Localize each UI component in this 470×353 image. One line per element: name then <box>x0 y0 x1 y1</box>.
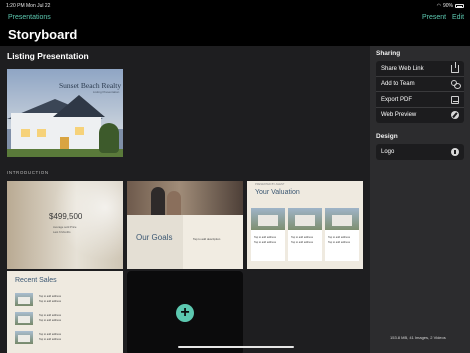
goals-photo <box>127 181 243 215</box>
slide-valuation[interactable]: PRESENTED BY AGENT Your Valuation Tap to… <box>247 181 363 269</box>
slide-price[interactable]: $499,500 Average sold Price Last 6 Month… <box>7 181 123 269</box>
house-photo <box>325 208 359 230</box>
house-photo <box>288 208 322 230</box>
card-address: Tap to add address <box>328 241 351 244</box>
valuation-kicker: PRESENTED BY AGENT <box>255 183 285 186</box>
slide-goals[interactable]: Our Goals Tap to add description <box>127 181 243 269</box>
row-address: Tap to add address <box>39 314 62 317</box>
goals-description: Tap to add description <box>193 237 221 241</box>
page-title: Storyboard <box>8 27 78 42</box>
sharing-heading: Sharing <box>376 50 401 57</box>
sales-row: Tap to add address Tap to add address <box>15 331 115 347</box>
cover-window <box>75 127 84 135</box>
navigation-bar: Presentations Present Edit Storyboard <box>0 10 470 46</box>
item-label: Share Web Link <box>381 65 424 72</box>
battery-icon <box>455 4 464 8</box>
price-caption: Average sold Price <box>53 225 77 229</box>
status-right: ◠ 90% <box>437 3 464 9</box>
design-group: Logo <box>376 144 464 160</box>
share-icon <box>451 61 459 73</box>
sharing-group: Share Web Link Add to Team Export PDF We… <box>376 61 464 123</box>
row-address: Tap to add address <box>39 300 62 303</box>
cover-window <box>37 129 46 137</box>
card-address: Tap to add address <box>291 241 314 244</box>
valuation-card: Tap to add address Tap to add address <box>288 208 322 261</box>
status-time: 1:20 PM Mon Jul 22 <box>6 3 51 9</box>
item-label: Export PDF <box>381 96 413 103</box>
row-address: Tap to add address <box>39 295 62 298</box>
design-heading: Design <box>376 133 398 140</box>
goals-panel <box>127 215 183 269</box>
sales-heading: Recent Sales <box>15 277 57 284</box>
valuation-heading: Your Valuation <box>255 189 300 196</box>
add-slide-tile[interactable]: + <box>127 271 243 353</box>
cover-roof-gable <box>53 95 105 117</box>
house-thumbnail <box>15 293 33 306</box>
battery-percent: 90% <box>442 3 453 9</box>
present-button[interactable]: Present <box>422 14 446 21</box>
home-indicator[interactable] <box>178 346 294 348</box>
back-button[interactable]: Presentations <box>8 14 51 21</box>
card-address: Tap to add address <box>254 236 277 239</box>
web-preview-button[interactable]: Web Preview <box>376 108 464 124</box>
item-label: Logo <box>381 148 395 155</box>
sales-row: Tap to add address Tap to add address <box>15 312 115 328</box>
card-address: Tap to add address <box>291 236 314 239</box>
card-address: Tap to add address <box>328 236 351 239</box>
storyboard-canvas: Listing Presentation Sunset Beach Realty… <box>0 46 370 353</box>
logo-icon <box>451 147 459 156</box>
storage-summary: 153.8 MB, 41 Images, 2 Videos <box>390 335 446 340</box>
wifi-icon: ◠ <box>436 3 441 9</box>
add-to-team-button[interactable]: Add to Team <box>376 77 464 92</box>
cover-subtitle: Listing Presentation <box>93 90 120 94</box>
slide-cover[interactable]: Sunset Beach Realty Listing Presentation <box>7 69 123 157</box>
house-thumbnail <box>15 312 33 325</box>
cover-brand: Sunset Beach Realty <box>59 81 122 90</box>
house-photo <box>251 208 285 230</box>
export-pdf-button[interactable]: Export PDF <box>376 92 464 108</box>
section-title: Listing Presentation <box>7 51 89 61</box>
item-label: Web Preview <box>381 112 417 118</box>
price-value: $499,500 <box>49 212 83 221</box>
item-label: Add to Team <box>381 81 415 87</box>
edit-button[interactable]: Edit <box>452 14 464 21</box>
logo-button[interactable]: Logo <box>376 144 464 160</box>
share-web-link-button[interactable]: Share Web Link <box>376 61 464 77</box>
slide-recent-sales[interactable]: Recent Sales Tap to add address Tap to a… <box>7 271 123 353</box>
sidebar: Sharing Share Web Link Add to Team Expor… <box>370 46 470 353</box>
sales-row: Tap to add address Tap to add address <box>15 293 115 309</box>
introduction-label: INTRODUCTION <box>7 170 49 175</box>
row-address: Tap to add address <box>39 333 62 336</box>
price-caption: Last 6 Months <box>53 230 71 234</box>
compass-icon <box>451 111 459 119</box>
add-slide-button[interactable]: + <box>176 304 194 322</box>
row-address: Tap to add address <box>39 338 62 341</box>
team-icon <box>451 80 461 89</box>
goals-heading: Our Goals <box>136 233 173 242</box>
house-thumbnail <box>15 331 33 344</box>
goals-person <box>167 191 181 215</box>
pdf-icon <box>451 95 459 104</box>
card-address: Tap to add address <box>254 241 277 244</box>
valuation-card: Tap to add address Tap to add address <box>251 208 285 261</box>
status-bar: 1:20 PM Mon Jul 22 ◠ 90% <box>0 0 470 10</box>
goals-person <box>151 187 165 215</box>
row-address: Tap to add address <box>39 319 62 322</box>
cover-tree <box>99 123 119 153</box>
valuation-card: Tap to add address Tap to add address <box>325 208 359 261</box>
cover-window <box>21 129 30 137</box>
